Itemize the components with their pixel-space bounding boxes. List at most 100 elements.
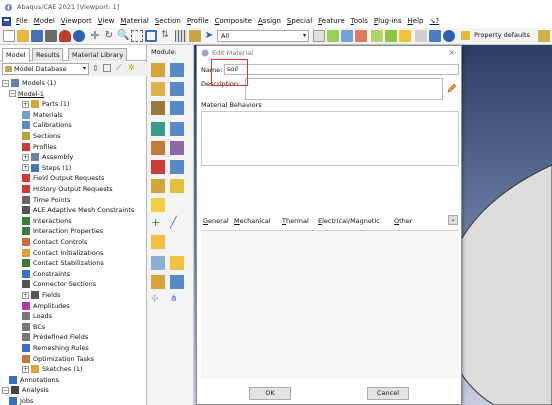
expand-icon[interactable]: + [22, 291, 29, 299]
color-mapping-icon[interactable] [538, 30, 550, 42]
close-icon[interactable]: × [448, 48, 455, 57]
tree-item-interaction-properties[interactable]: Interaction Properties [22, 226, 103, 236]
description-input[interactable] [245, 78, 443, 100]
menu-thermal[interactable]: Thermal [282, 217, 309, 225]
print-icon[interactable] [45, 30, 57, 42]
cancel-button[interactable]: Cancel [367, 387, 409, 400]
datum-csys-icon[interactable] [170, 275, 184, 289]
mesh-display-icon[interactable] [189, 30, 201, 42]
new-file-icon[interactable] [3, 30, 15, 42]
material-behaviors-list[interactable] [201, 111, 459, 166]
collapse-icon[interactable]: − [2, 386, 9, 394]
create-skin-icon[interactable] [151, 179, 165, 193]
expand-icon[interactable]: + [22, 365, 29, 373]
plot-icon[interactable] [73, 30, 85, 42]
tree-item-loads[interactable]: Loads [22, 311, 52, 321]
selection-filter-select[interactable]: All ▾ [217, 30, 309, 42]
zoom-icon[interactable]: 🔍 [117, 30, 129, 42]
tree-item-sections[interactable]: Sections [22, 131, 61, 141]
composite-manager-icon[interactable] [170, 160, 184, 174]
coordinate-system-icon[interactable]: ⊹ [151, 294, 165, 308]
create-line-icon[interactable]: ╱ [170, 217, 184, 231]
menu-tools[interactable]: Tools [351, 17, 368, 25]
tree-item-contact-controls[interactable]: Contact Controls [22, 237, 87, 247]
tab-material-library[interactable]: Material Library [68, 48, 128, 61]
assign-orientation-icon[interactable] [151, 141, 165, 155]
query-icon[interactable] [59, 30, 71, 42]
tree-item-history-output[interactable]: History Output Requests [22, 184, 113, 194]
create-composite-icon[interactable] [151, 160, 165, 174]
triad-icon[interactable]: ⋔ [170, 294, 184, 308]
create-stringer-icon[interactable] [170, 179, 184, 193]
hide-icon[interactable] [399, 30, 411, 42]
menu-view[interactable]: View [98, 17, 115, 25]
expand-icon[interactable]: + [22, 164, 29, 172]
menu-other[interactable]: Other [394, 217, 412, 225]
cycle-views-icon[interactable]: ⇅ [159, 30, 171, 42]
menu-help[interactable]: Help [408, 17, 424, 25]
tree-item-field-output[interactable]: Field Output Requests [22, 173, 105, 183]
select-pointer-icon[interactable]: ➤ [203, 30, 215, 42]
tree-item-jobs[interactable]: Jobs [9, 396, 33, 405]
tab-model[interactable]: Model [2, 48, 30, 62]
info-icon[interactable] [443, 30, 455, 42]
color-code-icon[interactable] [429, 30, 441, 42]
material-manager-icon[interactable] [170, 63, 184, 77]
collapse-icon[interactable]: − [2, 79, 9, 87]
create-section-icon[interactable] [151, 82, 165, 96]
menu-plugins[interactable]: Plug-ins [374, 17, 402, 25]
tree-item-time-points[interactable]: Time Points [22, 195, 71, 205]
datum-point-icon[interactable] [151, 256, 165, 270]
menu-file[interactable]: File [16, 17, 28, 25]
box-zoom-icon[interactable] [131, 30, 143, 42]
menu-section[interactable]: Section [155, 17, 181, 25]
menu-electrical-magnetic[interactable]: Electrical/Magnetic [318, 217, 380, 225]
rotate-icon[interactable]: ↻ [103, 30, 115, 42]
tree-item-models[interactable]: − Models (1) [2, 78, 56, 88]
tree-item-constraints[interactable]: Constraints [22, 269, 70, 279]
menu-model[interactable]: Model [34, 17, 55, 25]
tree-item-interactions[interactable]: Interactions [22, 216, 72, 226]
context-help-button[interactable]: ↘? [429, 17, 439, 25]
create-material-icon[interactable] [151, 63, 165, 77]
collapse-button[interactable]: ⌄ [448, 215, 458, 225]
collapse-icon[interactable]: − [9, 90, 16, 98]
special-icon[interactable] [151, 198, 165, 212]
pan-icon[interactable]: ✛ [89, 30, 101, 42]
profile-manager-icon[interactable] [170, 122, 184, 136]
partition-icon[interactable] [151, 235, 165, 249]
tree-item-assembly[interactable]: + Assembly [22, 152, 73, 162]
show-all-icon[interactable] [371, 30, 383, 42]
save-icon[interactable] [31, 30, 43, 42]
tree-item-fields[interactable]: + Fields [22, 290, 60, 300]
assign-section-icon[interactable] [151, 101, 165, 115]
menu-assign[interactable]: Assign [258, 17, 281, 25]
datum-plane-icon[interactable] [151, 275, 165, 289]
render-style-icon[interactable] [175, 30, 187, 42]
tree-item-profiles[interactable]: Profiles [22, 142, 57, 152]
tree-item-predefined[interactable]: Predefined Fields [22, 332, 88, 342]
edit-pencil-icon[interactable] [446, 83, 457, 94]
tree-item-parts[interactable]: + Parts (1) [22, 99, 70, 109]
datum-axis-icon[interactable] [170, 256, 184, 270]
tree-item-steps[interactable]: + Steps (1) [22, 163, 71, 173]
material-name-input[interactable]: soil [224, 64, 459, 75]
tree-filter-icon[interactable]: ⟋ [116, 63, 122, 73]
database-select[interactable]: Model Database ▾ [2, 63, 89, 75]
open-folder-icon[interactable] [17, 30, 29, 42]
tree-item-sketches[interactable]: + Sketches (1) [22, 364, 83, 374]
menu-mechanical[interactable]: Mechanical [234, 217, 271, 225]
tree-item-materials[interactable]: Materials [22, 110, 63, 120]
select-from-viewport-icon[interactable] [313, 30, 325, 42]
tree-item-remeshing[interactable]: Remeshing Rules [22, 343, 89, 353]
remove-selected-icon[interactable] [355, 30, 367, 42]
tree-item-bcs[interactable]: BCs [22, 322, 45, 332]
tree-item-amplitudes[interactable]: Amplitudes [22, 301, 70, 311]
menu-viewport[interactable]: Viewport [61, 17, 92, 25]
auto-fit-icon[interactable] [145, 30, 157, 42]
add-point-icon[interactable]: + [151, 217, 165, 231]
section-manager-icon[interactable] [170, 82, 184, 96]
menu-material[interactable]: Material [120, 17, 148, 25]
tree-item-connector[interactable]: Connector Sections [22, 279, 96, 289]
tree-item-contact-stab[interactable]: Contact Stabilizations [22, 258, 104, 268]
